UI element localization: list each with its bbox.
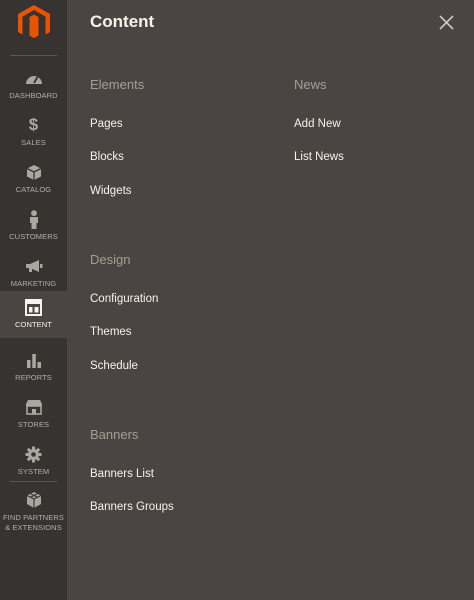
bar-chart-icon [26, 350, 42, 370]
storefront-icon [25, 397, 43, 417]
menu-link-blocks[interactable]: Blocks [90, 151, 124, 163]
menu-link-banners-list[interactable]: Banners List [90, 468, 154, 480]
magento-logo-icon[interactable] [18, 5, 50, 41]
nav-catalog[interactable]: CATALOG [0, 156, 67, 203]
menu-link-banners-groups[interactable]: Banners Groups [90, 501, 174, 513]
nav-system[interactable]: SYSTEM [0, 438, 67, 485]
nav-marketing-label: MARKETING [10, 279, 57, 288]
nav-customers-label: CUSTOMERS [9, 232, 58, 241]
panel-title: Content [90, 12, 155, 31]
nav-divider [10, 481, 57, 482]
megaphone-icon [25, 256, 43, 276]
nav-reports-label: REPORTS [15, 373, 52, 382]
section-title-news: News [294, 77, 327, 92]
close-icon[interactable] [438, 14, 455, 31]
dollar-icon: $ [28, 115, 39, 134]
nav-find-partners-label: FIND PARTNERS & EXTENSIONS [3, 513, 64, 533]
nav-dashboard-label: DASHBOARD [9, 91, 58, 100]
cubes-icon [25, 490, 43, 510]
menu-link-widgets[interactable]: Widgets [90, 185, 132, 197]
nav-catalog-label: CATALOG [15, 185, 52, 194]
nav-sales[interactable]: $ SALES [0, 109, 67, 156]
nav-find-partners[interactable]: FIND PARTNERS & EXTENSIONS [0, 484, 67, 534]
person-icon [28, 209, 40, 229]
dashboard-icon [25, 68, 43, 88]
section-title-banners: Banners [90, 427, 139, 442]
menu-link-themes[interactable]: Themes [90, 326, 132, 338]
nav-reports[interactable]: REPORTS [0, 344, 67, 391]
nav-content-label: CONTENT [15, 320, 52, 329]
menu-link-list-news[interactable]: List News [294, 151, 344, 163]
layout-icon [25, 297, 42, 317]
box-icon [26, 162, 42, 182]
nav-sales-label: SALES [21, 138, 46, 147]
logo-divider [10, 55, 57, 56]
menu-link-add-new[interactable]: Add New [294, 118, 341, 130]
nav-customers[interactable]: CUSTOMERS [0, 203, 67, 250]
menu-link-schedule[interactable]: Schedule [90, 360, 138, 372]
nav-dashboard[interactable]: DASHBOARD [0, 62, 67, 109]
section-title-design: Design [90, 252, 131, 267]
nav-system-label: SYSTEM [17, 467, 50, 476]
nav-marketing[interactable]: MARKETING [0, 250, 67, 297]
menu-link-pages[interactable]: Pages [90, 118, 123, 130]
admin-sidebar: DASHBOARD $ SALES CATALOG CUSTOMERS MARK… [0, 0, 67, 600]
gear-icon [25, 444, 42, 464]
nav-stores-label: STORES [17, 420, 50, 429]
nav-stores[interactable]: STORES [0, 391, 67, 438]
menu-link-configuration[interactable]: Configuration [90, 293, 158, 305]
nav-content[interactable]: CONTENT [0, 291, 67, 338]
nav-find-partners-line1: FIND PARTNERS [2, 513, 65, 522]
section-title-elements: Elements [90, 77, 145, 92]
nav-find-partners-line2: & EXTENSIONS [5, 523, 62, 532]
